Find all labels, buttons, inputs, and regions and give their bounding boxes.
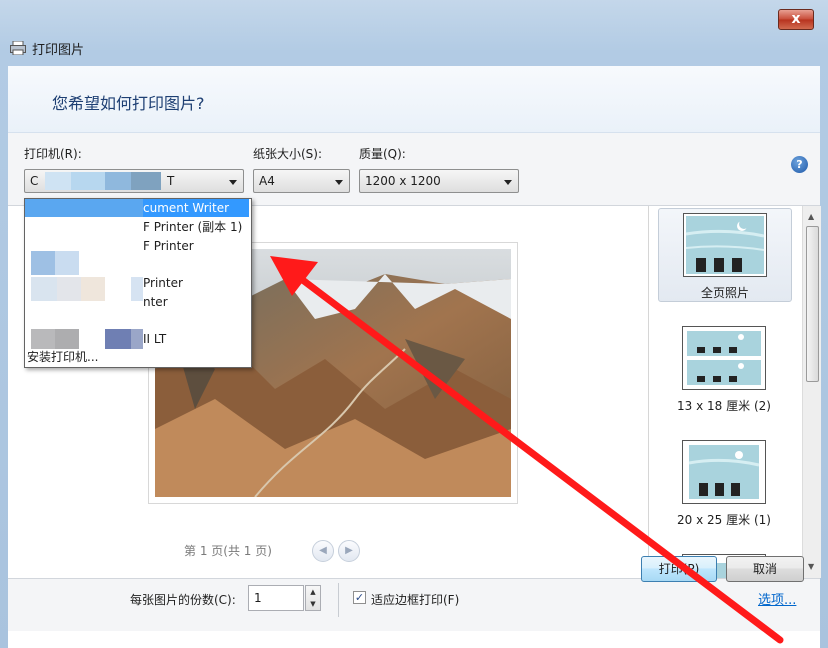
printer-select-suffix: T: [167, 174, 175, 188]
redacted-block: [131, 277, 143, 301]
fit-frame-checkbox[interactable]: ✓: [353, 591, 366, 604]
layout-item-full-page[interactable]: 全页照片: [658, 208, 792, 302]
redacted-block: [81, 277, 105, 301]
fit-frame-label: 适应边框打印(F): [371, 593, 460, 607]
redacted-block: [131, 172, 161, 190]
scroll-down-icon[interactable]: ▼: [808, 562, 814, 571]
page-title: 您希望如何打印图片?: [52, 94, 205, 113]
layout-thumbnail: [683, 213, 767, 277]
quality-label: 质量(Q):: [359, 147, 406, 161]
bottom-options-bar: 每张图片的份数(C): 1 ▲ ▼ ✓ 适应边框打印(F) 选项...: [8, 578, 820, 631]
printer-option-label: cument Writer: [143, 201, 230, 215]
options-link[interactable]: 选项...: [758, 589, 796, 608]
redacted-block: [31, 329, 55, 349]
page-indicator: 第 1 页(共 1 页): [184, 544, 272, 558]
decrement-icon[interactable]: ▼: [306, 598, 320, 610]
layout-item-20x25[interactable]: 20 x 25 厘米 (1): [658, 436, 790, 536]
cancel-button[interactable]: 取消: [726, 556, 804, 582]
install-printer-option[interactable]: 安装打印机...: [27, 348, 251, 366]
help-icon[interactable]: ?: [791, 156, 808, 173]
layout-thumbnail: [682, 440, 766, 504]
next-page-button[interactable]: ▶: [338, 540, 360, 562]
redacted-block: [31, 251, 55, 275]
redacted-block: [105, 329, 131, 349]
printer-icon: [10, 41, 26, 55]
redacted-block: [55, 329, 79, 349]
chevron-down-icon: [504, 180, 512, 185]
paper-size-value: A4: [259, 174, 275, 188]
print-button[interactable]: 打印(P): [641, 556, 717, 582]
printer-option-label: nter: [143, 295, 168, 309]
layout-scrollbar[interactable]: ▲ ▼: [802, 206, 821, 578]
copies-input[interactable]: 1: [248, 585, 304, 611]
quality-select[interactable]: 1200 x 1200: [359, 169, 519, 193]
printer-select-value: C: [30, 174, 39, 188]
title-bar: 打印图片: [10, 38, 84, 58]
redacted-block: [31, 277, 57, 301]
chevron-down-icon: [229, 180, 237, 185]
printer-option[interactable]: F Printer (副本 1): [25, 218, 249, 236]
redacted-block: [57, 277, 81, 301]
copies-stepper[interactable]: ▲ ▼: [305, 585, 321, 611]
redacted-block: [45, 172, 71, 190]
window-title: 打印图片: [32, 42, 85, 58]
layout-label: 全页照片: [700, 286, 749, 300]
close-button[interactable]: x: [778, 9, 814, 30]
printer-option-label: II LT: [143, 332, 167, 346]
layout-item-13x18[interactable]: 13 x 18 厘米 (2): [658, 322, 790, 422]
redacted-block: [71, 172, 105, 190]
printer-option-label: Printer: [143, 276, 183, 290]
redacted-block: [55, 251, 79, 275]
print-settings-bar: 打印机(R): C T 纸张大小(S): A4 质量(Q): 1200 x 12…: [8, 133, 820, 206]
scroll-up-icon[interactable]: ▲: [808, 212, 814, 221]
previous-page-button[interactable]: ◀: [312, 540, 334, 562]
paper-size-select[interactable]: A4: [253, 169, 350, 193]
header-band: 您希望如何打印图片?: [8, 66, 820, 133]
copies-value: 1: [254, 591, 262, 605]
quality-value: 1200 x 1200: [365, 174, 441, 188]
printer-dropdown-list: cument Writer F Printer (副本 1) F Printer…: [24, 198, 252, 368]
layout-thumbnail: [682, 326, 766, 390]
redacted-block: [25, 199, 143, 217]
increment-icon[interactable]: ▲: [306, 586, 320, 598]
layout-label: 13 x 18 厘米 (2): [677, 399, 771, 413]
printer-option-label: F Printer: [143, 239, 194, 253]
scrollbar-thumb[interactable]: [806, 226, 819, 382]
printer-label: 打印机(R):: [24, 147, 82, 161]
redacted-block: [131, 329, 143, 349]
paper-size-label: 纸张大小(S):: [253, 147, 323, 161]
layout-list: 全页照片 13 x 18 厘米 (2) 20 x 25 厘米 (1): [650, 206, 802, 578]
copies-label: 每张图片的份数(C):: [130, 593, 236, 607]
layout-label: 20 x 25 厘米 (1): [677, 513, 771, 527]
redacted-block: [105, 172, 131, 190]
printer-select[interactable]: C T: [24, 169, 244, 193]
divider: [338, 583, 339, 617]
printer-option-label: F Printer (副本 1): [143, 220, 243, 234]
chevron-down-icon: [335, 180, 343, 185]
